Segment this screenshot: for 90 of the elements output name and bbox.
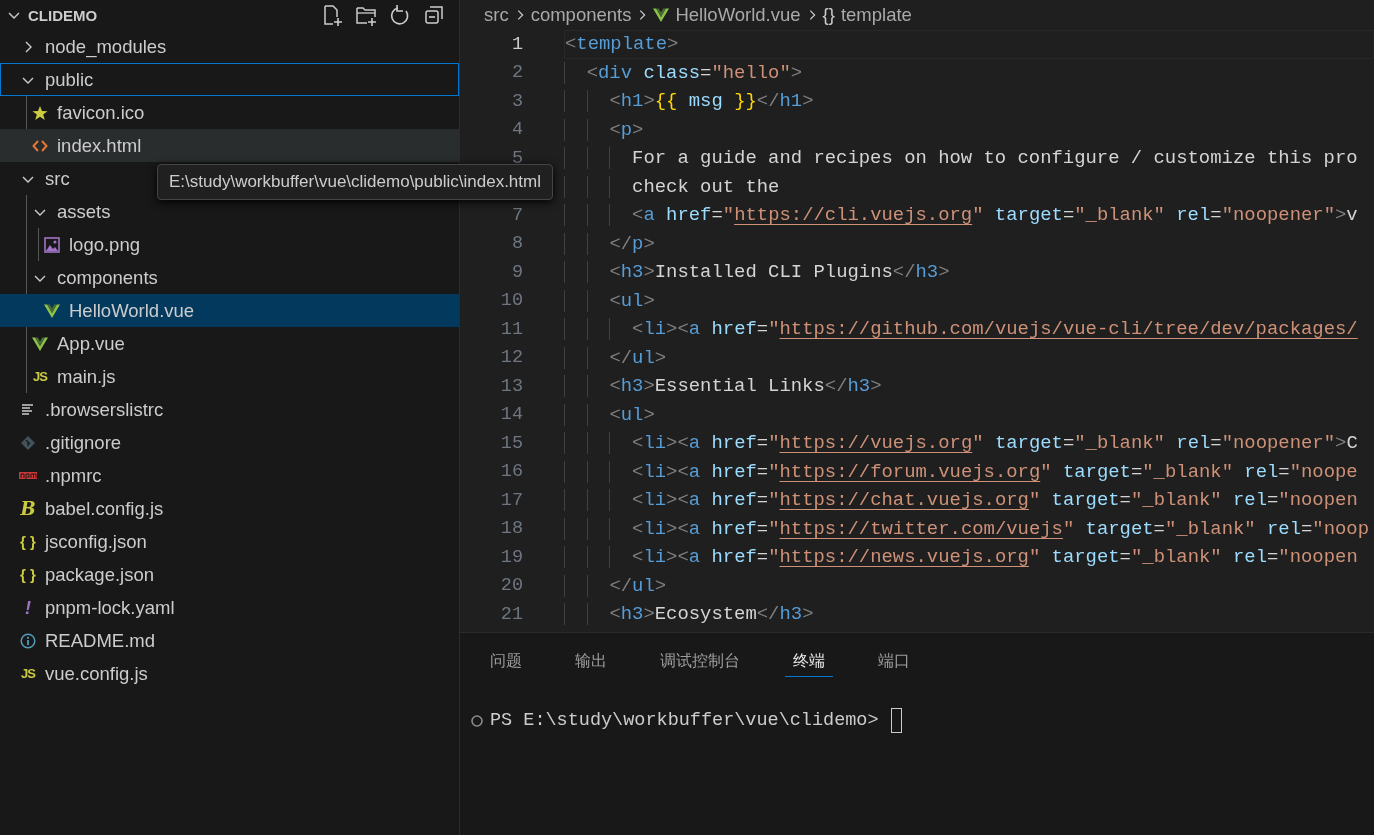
file-item[interactable]: HelloWorld.vue	[0, 294, 459, 327]
file-item[interactable]: ! pnpm-lock.yaml	[0, 591, 459, 624]
explorer-title: CLIDEMO	[28, 6, 99, 24]
panel-tab[interactable]: 调试控制台	[652, 645, 748, 677]
file-item[interactable]: .npmrc	[0, 459, 459, 492]
file-item[interactable]: JS main.js	[0, 360, 459, 393]
line-number: 10	[499, 290, 523, 312]
line-number: 2	[510, 62, 523, 84]
file-type-icon: JS	[33, 368, 47, 385]
line-number: 11	[499, 318, 523, 340]
line-number: 14	[499, 404, 523, 426]
file-item[interactable]: B babel.config.js	[0, 492, 459, 525]
terminal-cursor	[890, 708, 902, 733]
panel-tab[interactable]: 输出	[567, 645, 615, 677]
refresh-icon[interactable]	[389, 4, 411, 26]
line-number: 19	[499, 546, 523, 568]
code-line: <div class="hello">	[564, 58, 1374, 87]
line-number: 18	[499, 518, 523, 540]
line-number: 16	[499, 461, 523, 483]
code-line: <h3>Essential Links</h3>	[564, 372, 1374, 401]
line-number: 3	[510, 90, 523, 112]
code-line: <ul>	[564, 286, 1374, 315]
vue-icon	[32, 335, 48, 352]
panel-tab[interactable]: 终端	[785, 645, 833, 677]
breadcrumb-item[interactable]: {} template	[822, 4, 912, 26]
breadcrumb-item[interactable]: components	[530, 4, 632, 26]
folder-item[interactable]: components	[0, 261, 459, 294]
code-line: </p>	[564, 229, 1374, 258]
code-line: <h3>Installed CLI Plugins</h3>	[564, 258, 1374, 287]
code-line: <p>	[564, 115, 1374, 144]
file-item[interactable]: index.html	[0, 129, 459, 162]
new-file-icon[interactable]	[321, 4, 343, 26]
file-item[interactable]: { } jsconfig.json	[0, 525, 459, 558]
file-type-icon: { }	[20, 533, 36, 550]
file-item[interactable]: favicon.ico	[0, 96, 459, 129]
code-line: For a guide and recipes on how to configure / customize this pro	[564, 144, 1374, 173]
file-type-icon: { }	[20, 566, 36, 583]
panel-tab[interactable]: 问题	[482, 645, 530, 677]
line-number: 8	[510, 233, 523, 255]
line-number: 9	[510, 261, 523, 283]
file-item[interactable]: .browserslistrc	[0, 393, 459, 426]
code-line: <h3>Ecosystem</h3>	[564, 600, 1374, 629]
code-line: <h1>{{ msg }}</h1>	[564, 87, 1374, 116]
line-number: 20	[499, 575, 523, 597]
code-line: <li><a href="https://forum.vuejs.org" target="_blank" rel="noope	[564, 457, 1374, 486]
info-icon	[20, 632, 36, 649]
code-line: <li><a href="https://twitter.com/vuejs" target="_blank" rel="noop	[564, 514, 1374, 543]
code-line: <li><a href="https://github.com/vuejs/vue-cli/tree/dev/packages/	[564, 315, 1374, 344]
tooltip: E:\study\workbuffer\vue\clidemo\public\index.html	[157, 164, 553, 200]
file-type-icon: !	[25, 599, 31, 616]
panel-tab[interactable]: 端口	[870, 645, 918, 677]
collapse-all-icon[interactable]	[423, 4, 445, 26]
vue-icon	[653, 7, 670, 23]
code-line: <li><a href="https://chat.vuejs.org" target="_blank" rel="noopen	[564, 486, 1374, 515]
line-number: 15	[499, 432, 523, 454]
file-item[interactable]: JS vue.config.js	[0, 657, 459, 690]
line-number: 21	[499, 603, 523, 625]
vue-icon	[44, 302, 60, 319]
diamond-icon	[20, 434, 36, 451]
code-line: </ul>	[564, 571, 1374, 600]
star-icon	[32, 104, 48, 121]
line-number: 12	[499, 347, 523, 369]
braces-icon: {}	[822, 4, 835, 26]
line-number: 7	[510, 204, 523, 226]
file-item[interactable]: { } package.json	[0, 558, 459, 591]
new-folder-icon[interactable]	[355, 4, 377, 26]
file-item[interactable]: README.md	[0, 624, 459, 657]
code-line: <ul>	[564, 400, 1374, 429]
file-type-icon: B	[20, 500, 36, 517]
folder-item[interactable]: public	[0, 63, 459, 96]
code-line: check out the	[564, 172, 1374, 201]
file-item[interactable]: .gitignore	[0, 426, 459, 459]
line-number: 4	[510, 119, 523, 141]
lines-icon	[20, 401, 36, 418]
file-item[interactable]: logo.png	[0, 228, 459, 261]
terminal-prompt: PS E:\study\workbuffer\vue\clidemo>	[490, 710, 879, 731]
code-line: <li><a href="https://news.vuejs.org" target="_blank" rel="noopen	[564, 543, 1374, 572]
line-number: 17	[499, 489, 523, 511]
code-line: <a href="https://cli.vuejs.org" target="_blank" rel="noopener">v	[564, 201, 1374, 230]
folder-item[interactable]: node_modules	[0, 30, 459, 63]
line-number: 13	[499, 375, 523, 397]
breadcrumb-item[interactable]: src	[484, 4, 509, 26]
code-line: </ul>	[564, 343, 1374, 372]
line-number: 1	[510, 33, 523, 55]
file-type-icon: JS	[21, 665, 35, 682]
circle-icon	[470, 713, 484, 728]
breadcrumb-item[interactable]: HelloWorld.vue	[653, 4, 801, 26]
code-line: <li><a href="https://vuejs.org" target="_blank" rel="noopener">C	[564, 429, 1374, 458]
file-item[interactable]: App.vue	[0, 327, 459, 360]
image-icon	[44, 236, 60, 253]
